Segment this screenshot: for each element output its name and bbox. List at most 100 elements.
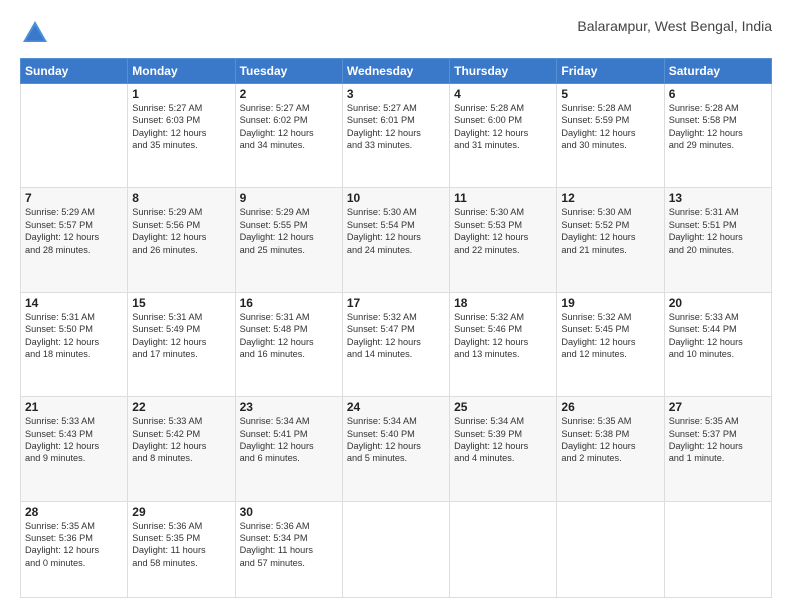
- cell-content: Sunrise: 5:33 AM Sunset: 5:44 PM Dayligh…: [669, 311, 767, 361]
- day-number: 11: [454, 191, 552, 205]
- header: Balarамpur, West Bengal, India: [20, 18, 772, 48]
- calendar-cell: 8Sunrise: 5:29 AM Sunset: 5:56 PM Daylig…: [128, 188, 235, 292]
- calendar-cell: 14Sunrise: 5:31 AM Sunset: 5:50 PM Dayli…: [21, 292, 128, 396]
- day-number: 19: [561, 296, 659, 310]
- cell-content: Sunrise: 5:31 AM Sunset: 5:48 PM Dayligh…: [240, 311, 338, 361]
- day-header: Tuesday: [235, 59, 342, 84]
- calendar-cell: [664, 501, 771, 597]
- cell-content: Sunrise: 5:30 AM Sunset: 5:54 PM Dayligh…: [347, 206, 445, 256]
- header-row: SundayMondayTuesdayWednesdayThursdayFrid…: [21, 59, 772, 84]
- calendar-cell: [557, 501, 664, 597]
- calendar-cell: 15Sunrise: 5:31 AM Sunset: 5:49 PM Dayli…: [128, 292, 235, 396]
- cell-content: Sunrise: 5:32 AM Sunset: 5:45 PM Dayligh…: [561, 311, 659, 361]
- page: Balarамpur, West Bengal, India SundayMon…: [0, 0, 792, 612]
- calendar-cell: 11Sunrise: 5:30 AM Sunset: 5:53 PM Dayli…: [450, 188, 557, 292]
- cell-content: Sunrise: 5:30 AM Sunset: 5:52 PM Dayligh…: [561, 206, 659, 256]
- calendar-cell: 24Sunrise: 5:34 AM Sunset: 5:40 PM Dayli…: [342, 397, 449, 501]
- cell-content: Sunrise: 5:29 AM Sunset: 5:57 PM Dayligh…: [25, 206, 123, 256]
- day-header: Wednesday: [342, 59, 449, 84]
- calendar-table: SundayMondayTuesdayWednesdayThursdayFrid…: [20, 58, 772, 598]
- calendar-cell: 12Sunrise: 5:30 AM Sunset: 5:52 PM Dayli…: [557, 188, 664, 292]
- cell-content: Sunrise: 5:28 AM Sunset: 5:59 PM Dayligh…: [561, 102, 659, 152]
- cell-content: Sunrise: 5:32 AM Sunset: 5:47 PM Dayligh…: [347, 311, 445, 361]
- day-number: 16: [240, 296, 338, 310]
- logo-icon: [20, 18, 50, 48]
- day-header: Friday: [557, 59, 664, 84]
- calendar-cell: 2Sunrise: 5:27 AM Sunset: 6:02 PM Daylig…: [235, 84, 342, 188]
- calendar-cell: 17Sunrise: 5:32 AM Sunset: 5:47 PM Dayli…: [342, 292, 449, 396]
- calendar-cell: 20Sunrise: 5:33 AM Sunset: 5:44 PM Dayli…: [664, 292, 771, 396]
- calendar-cell: [342, 501, 449, 597]
- cell-content: Sunrise: 5:34 AM Sunset: 5:40 PM Dayligh…: [347, 415, 445, 465]
- day-number: 2: [240, 87, 338, 101]
- cell-content: Sunrise: 5:31 AM Sunset: 5:49 PM Dayligh…: [132, 311, 230, 361]
- calendar-cell: 18Sunrise: 5:32 AM Sunset: 5:46 PM Dayli…: [450, 292, 557, 396]
- day-number: 13: [669, 191, 767, 205]
- day-number: 17: [347, 296, 445, 310]
- calendar-cell: 29Sunrise: 5:36 AM Sunset: 5:35 PM Dayli…: [128, 501, 235, 597]
- calendar-cell: [21, 84, 128, 188]
- cell-content: Sunrise: 5:30 AM Sunset: 5:53 PM Dayligh…: [454, 206, 552, 256]
- cell-content: Sunrise: 5:33 AM Sunset: 5:43 PM Dayligh…: [25, 415, 123, 465]
- day-number: 7: [25, 191, 123, 205]
- day-header: Saturday: [664, 59, 771, 84]
- day-number: 22: [132, 400, 230, 414]
- logo: [20, 18, 56, 48]
- cell-content: Sunrise: 5:32 AM Sunset: 5:46 PM Dayligh…: [454, 311, 552, 361]
- calendar-cell: 10Sunrise: 5:30 AM Sunset: 5:54 PM Dayli…: [342, 188, 449, 292]
- cell-content: Sunrise: 5:27 AM Sunset: 6:02 PM Dayligh…: [240, 102, 338, 152]
- calendar-cell: 1Sunrise: 5:27 AM Sunset: 6:03 PM Daylig…: [128, 84, 235, 188]
- day-header: Monday: [128, 59, 235, 84]
- day-number: 8: [132, 191, 230, 205]
- cell-content: Sunrise: 5:35 AM Sunset: 5:37 PM Dayligh…: [669, 415, 767, 465]
- cell-content: Sunrise: 5:34 AM Sunset: 5:41 PM Dayligh…: [240, 415, 338, 465]
- day-number: 23: [240, 400, 338, 414]
- calendar-cell: 27Sunrise: 5:35 AM Sunset: 5:37 PM Dayli…: [664, 397, 771, 501]
- calendar-cell: 4Sunrise: 5:28 AM Sunset: 6:00 PM Daylig…: [450, 84, 557, 188]
- calendar-cell: 16Sunrise: 5:31 AM Sunset: 5:48 PM Dayli…: [235, 292, 342, 396]
- day-number: 15: [132, 296, 230, 310]
- calendar-cell: 26Sunrise: 5:35 AM Sunset: 5:38 PM Dayli…: [557, 397, 664, 501]
- cell-content: Sunrise: 5:33 AM Sunset: 5:42 PM Dayligh…: [132, 415, 230, 465]
- calendar-cell: 30Sunrise: 5:36 AM Sunset: 5:34 PM Dayli…: [235, 501, 342, 597]
- title-block: Balarамpur, West Bengal, India: [577, 18, 772, 34]
- cell-content: Sunrise: 5:34 AM Sunset: 5:39 PM Dayligh…: [454, 415, 552, 465]
- day-number: 5: [561, 87, 659, 101]
- day-number: 26: [561, 400, 659, 414]
- day-number: 25: [454, 400, 552, 414]
- day-number: 1: [132, 87, 230, 101]
- day-number: 28: [25, 505, 123, 519]
- calendar-cell: 21Sunrise: 5:33 AM Sunset: 5:43 PM Dayli…: [21, 397, 128, 501]
- calendar-cell: 22Sunrise: 5:33 AM Sunset: 5:42 PM Dayli…: [128, 397, 235, 501]
- cell-content: Sunrise: 5:35 AM Sunset: 5:36 PM Dayligh…: [25, 520, 123, 570]
- calendar-cell: 3Sunrise: 5:27 AM Sunset: 6:01 PM Daylig…: [342, 84, 449, 188]
- day-number: 20: [669, 296, 767, 310]
- day-number: 4: [454, 87, 552, 101]
- cell-content: Sunrise: 5:36 AM Sunset: 5:34 PM Dayligh…: [240, 520, 338, 570]
- day-header: Sunday: [21, 59, 128, 84]
- cell-content: Sunrise: 5:29 AM Sunset: 5:55 PM Dayligh…: [240, 206, 338, 256]
- calendar-cell: 6Sunrise: 5:28 AM Sunset: 5:58 PM Daylig…: [664, 84, 771, 188]
- calendar-cell: 7Sunrise: 5:29 AM Sunset: 5:57 PM Daylig…: [21, 188, 128, 292]
- cell-content: Sunrise: 5:36 AM Sunset: 5:35 PM Dayligh…: [132, 520, 230, 570]
- day-number: 21: [25, 400, 123, 414]
- calendar-cell: 28Sunrise: 5:35 AM Sunset: 5:36 PM Dayli…: [21, 501, 128, 597]
- calendar-cell: 25Sunrise: 5:34 AM Sunset: 5:39 PM Dayli…: [450, 397, 557, 501]
- cell-content: Sunrise: 5:27 AM Sunset: 6:03 PM Dayligh…: [132, 102, 230, 152]
- day-number: 12: [561, 191, 659, 205]
- cell-content: Sunrise: 5:29 AM Sunset: 5:56 PM Dayligh…: [132, 206, 230, 256]
- cell-content: Sunrise: 5:31 AM Sunset: 5:50 PM Dayligh…: [25, 311, 123, 361]
- calendar-cell: 23Sunrise: 5:34 AM Sunset: 5:41 PM Dayli…: [235, 397, 342, 501]
- calendar-cell: 9Sunrise: 5:29 AM Sunset: 5:55 PM Daylig…: [235, 188, 342, 292]
- day-number: 6: [669, 87, 767, 101]
- calendar-cell: [450, 501, 557, 597]
- cell-content: Sunrise: 5:27 AM Sunset: 6:01 PM Dayligh…: [347, 102, 445, 152]
- calendar-cell: 19Sunrise: 5:32 AM Sunset: 5:45 PM Dayli…: [557, 292, 664, 396]
- day-number: 3: [347, 87, 445, 101]
- calendar-cell: 5Sunrise: 5:28 AM Sunset: 5:59 PM Daylig…: [557, 84, 664, 188]
- day-number: 10: [347, 191, 445, 205]
- day-number: 30: [240, 505, 338, 519]
- day-number: 9: [240, 191, 338, 205]
- calendar-cell: 13Sunrise: 5:31 AM Sunset: 5:51 PM Dayli…: [664, 188, 771, 292]
- day-number: 27: [669, 400, 767, 414]
